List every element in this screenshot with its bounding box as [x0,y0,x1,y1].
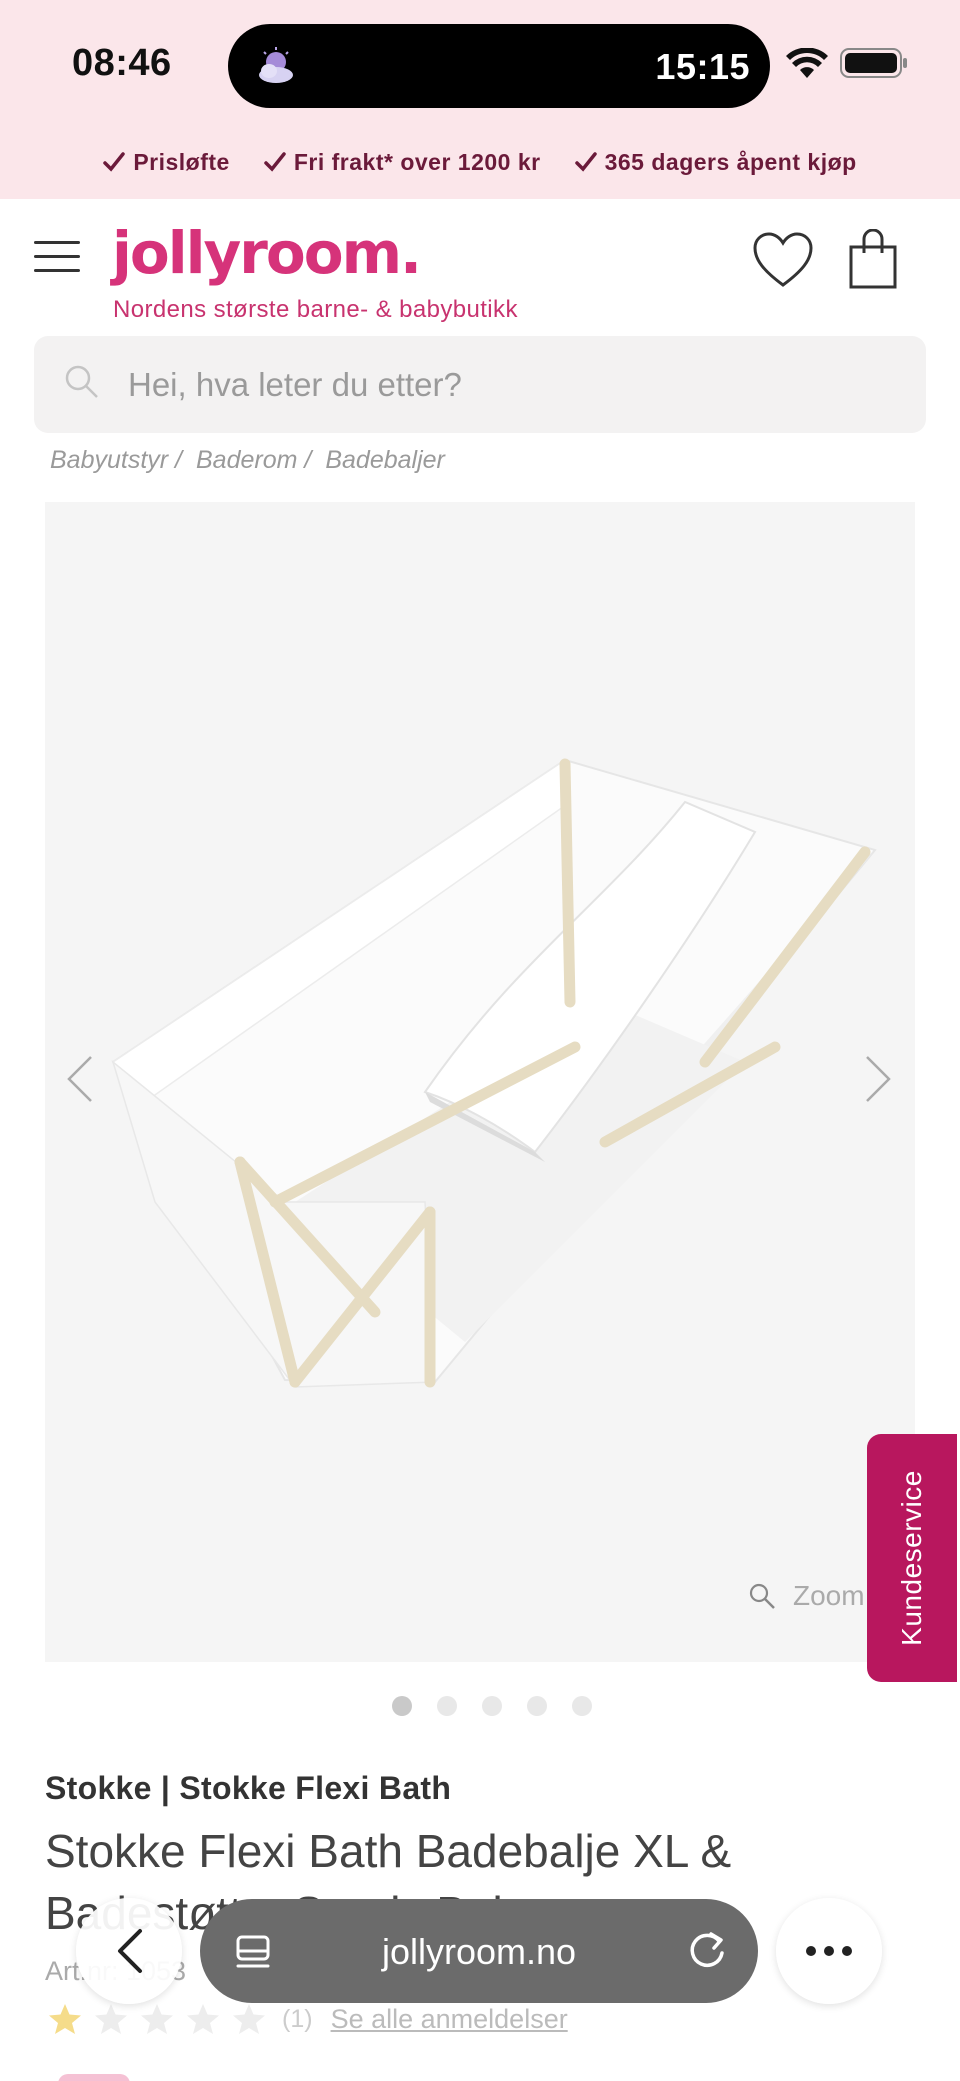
pagination-dot[interactable] [392,1696,412,1716]
product-image-gallery[interactable]: Zoom [45,502,915,1662]
next-image-arrow-icon[interactable] [863,1054,893,1104]
promo-item-label: Fri frakt* over 1200 kr [293,148,541,175]
badge-peek [58,2074,130,2081]
rating-count: (1) [282,2004,313,2033]
product-image[interactable] [45,502,915,1662]
battery-icon [840,48,907,78]
star-empty-icon [187,2004,219,2034]
breadcrumb-babyutstyr[interactable]: Babyutstyr / [50,446,182,475]
gallery-pagination [392,1696,592,1716]
search-icon [65,365,98,398]
product-brand[interactable]: Stokke | Stokke Flexi Bath [45,1770,451,1807]
wifi-icon [786,48,828,78]
browser-back-button[interactable] [76,1898,182,2004]
search-input[interactable] [128,336,888,433]
pagination-dot[interactable] [437,1696,457,1716]
customer-service-label: Kundeservice [896,1470,927,1646]
see-all-reviews-link[interactable]: Se alle anmeldelser [331,2004,568,2035]
browser-more-button[interactable] [776,1898,882,2004]
site-logo[interactable]: jollyroom. [112,219,422,287]
site-header: jollyroom. Nordens største barne- & baby… [0,199,960,334]
star-empty-icon [233,2004,265,2034]
magnifier-icon [749,1583,775,1609]
weather-night-cloud-icon [259,47,293,83]
live-activity-time: 15:15 [655,46,750,87]
status-clock: 08:46 [72,42,172,84]
status-bar: 08:46 15:15 [0,0,960,125]
search-bar[interactable] [34,336,926,433]
wishlist-heart-icon[interactable] [752,231,814,289]
promo-item-price-promise: Prisløfte [103,149,230,176]
star-filled-icon [49,2004,81,2034]
breadcrumb-baderom[interactable]: Baderom / [196,446,311,475]
pagination-dot[interactable] [527,1696,547,1716]
browser-url[interactable]: jollyroom.no [200,1931,758,1973]
promo-item-label: 365 dagers åpent kjøp [604,148,857,175]
dynamic-island: 15:15 [228,24,770,108]
more-dots-icon [806,1946,852,1956]
checkmark-icon [574,152,597,172]
promo-bar: Prisløfte Fri frakt* over 1200 kr 365 da… [0,125,960,199]
breadcrumb: Babyutstyr / Baderom / Badebaljer [50,446,445,475]
checkmark-icon [103,152,126,172]
promo-item-label: Prisløfte [133,148,230,175]
pagination-dot[interactable] [482,1696,502,1716]
chevron-left-icon [118,1929,142,1973]
promo-item-open-purchase: 365 dagers åpent kjøp [574,148,857,176]
breadcrumb-badebaljer[interactable]: Badebaljer [325,446,445,475]
promo-item-free-shipping: Fri frakt* over 1200 kr [264,149,541,176]
pagination-dot[interactable] [572,1696,592,1716]
customer-service-tab[interactable]: Kundeservice [867,1434,957,1682]
zoom-button[interactable]: Zoom [747,1580,865,1612]
star-empty-icon [95,2004,127,2034]
zoom-label: Zoom [793,1580,865,1611]
site-tagline: Nordens største barne- & babybutikk [113,296,518,323]
browser-address-bar[interactable]: jollyroom.no [200,1899,758,2003]
menu-icon[interactable] [34,241,80,275]
shopping-bag-icon[interactable] [848,229,898,289]
checkmark-icon [264,152,286,172]
previous-image-arrow-icon[interactable] [65,1054,95,1104]
star-empty-icon [141,2004,173,2034]
reload-icon[interactable] [686,1929,728,1971]
product-rating[interactable]: (1) Se alle anmeldelser [48,2003,568,2035]
